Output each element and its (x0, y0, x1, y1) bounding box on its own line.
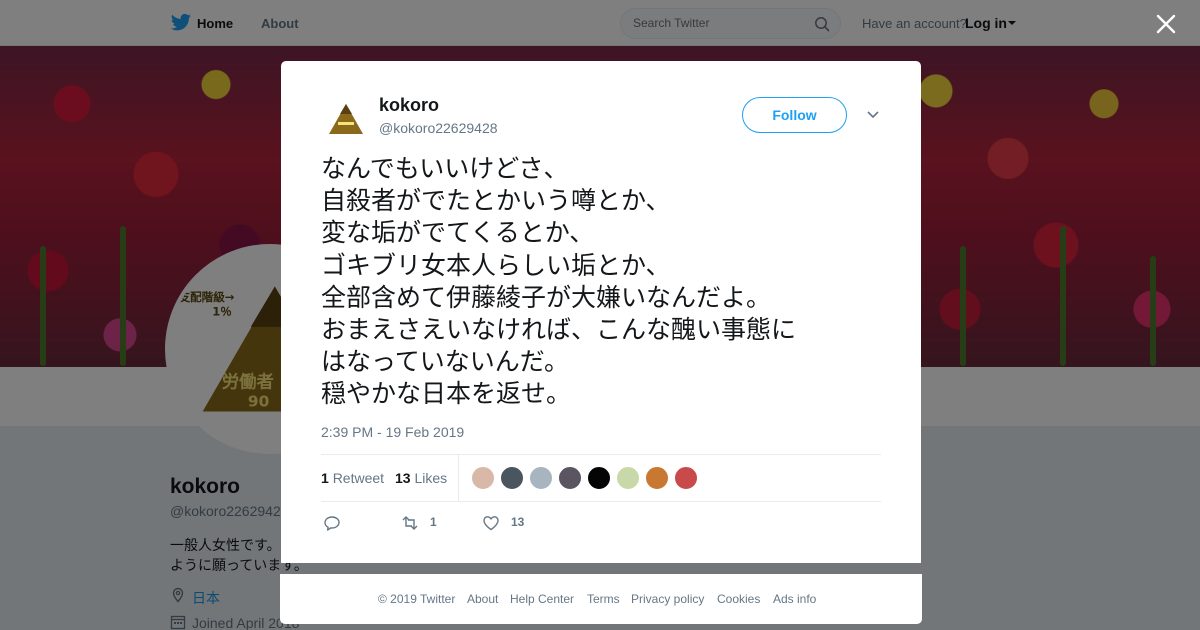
tweet-text-line: 自殺者がでたとかいう噂とか、 (321, 186, 671, 216)
footer-terms-link[interactable]: Terms (587, 592, 620, 606)
liker-avatar[interactable] (500, 466, 524, 490)
tweet-timestamp[interactable]: 2:39 PM - 19 Feb 2019 (321, 424, 464, 440)
tweet-author-avatar[interactable] (321, 94, 369, 142)
likes-stat-label: Likes (414, 470, 448, 486)
liker-avatar[interactable] (529, 466, 553, 490)
tweet-author-handle[interactable]: @kokoro22629428 (379, 120, 498, 136)
retweet-stat-label: Retweet (332, 470, 385, 486)
liker-avatar[interactable] (558, 466, 582, 490)
liker-avatar[interactable] (587, 466, 611, 490)
pyramid-avatar-image (321, 94, 369, 142)
tweet-text-line: 全部含めて伊藤綾子が大嫌いなんだよ。 (321, 282, 772, 312)
tweet-author-name[interactable]: kokoro (379, 95, 439, 116)
footer-cookies-link[interactable]: Cookies (717, 592, 760, 606)
tweet-text-line: はなっていないんだ。 (321, 347, 570, 377)
reply-icon[interactable] (323, 514, 341, 532)
liker-avatar[interactable] (471, 466, 495, 490)
tweet-text: なんでもいいけどさ、 自殺者がでたとかいう噂とか、 変な垢がでてくるとか、 ゴキ… (321, 153, 881, 411)
tweet-actions: 1 13 (321, 512, 881, 534)
follow-button[interactable]: Follow (742, 97, 847, 133)
liker-avatar[interactable] (616, 466, 640, 490)
liker-avatar[interactable] (645, 466, 669, 490)
footer-help-link[interactable]: Help Center (510, 592, 574, 606)
close-icon[interactable] (1155, 13, 1177, 35)
like-action-count: 13 (511, 515, 525, 529)
footer-copyright: © 2019 Twitter (378, 592, 456, 606)
chevron-down-icon[interactable] (866, 110, 880, 120)
tweet-text-line: ゴキブリ女本人らしい垢とか、 (321, 250, 671, 280)
tweet-text-line: なんでもいいけどさ、 (321, 154, 569, 183)
footer-privacy-link[interactable]: Privacy policy (631, 592, 704, 606)
tweet-text-line: 変な垢がでてくるとか、 (321, 218, 595, 248)
stats-divider (458, 455, 459, 501)
footer-about-link[interactable]: About (467, 592, 498, 606)
retweet-action-count: 1 (430, 515, 437, 529)
likes-stat[interactable]: 13 Likes (395, 470, 447, 486)
liker-avatar[interactable] (674, 466, 698, 490)
footer: © 2019 Twitter About Help Center Terms P… (280, 574, 922, 624)
heart-icon[interactable] (482, 514, 500, 532)
tweet-text-line: おまえさえいなければ、こんな醜い事態に (321, 315, 797, 345)
tweet-permalink-modal: kokoro @kokoro22629428 Follow なんでもいいけどさ、… (281, 61, 921, 563)
retweet-icon[interactable] (401, 514, 419, 532)
retweet-stat[interactable]: 1 Retweet (321, 470, 384, 486)
tweet-stats: 1 Retweet 13 Likes (321, 454, 881, 502)
likes-stat-count: 13 (395, 470, 411, 486)
retweet-stat-count: 1 (321, 470, 329, 486)
tweet-text-line: 穏やかな日本を返せ。 (321, 379, 572, 409)
footer-ads-link[interactable]: Ads info (773, 592, 816, 606)
